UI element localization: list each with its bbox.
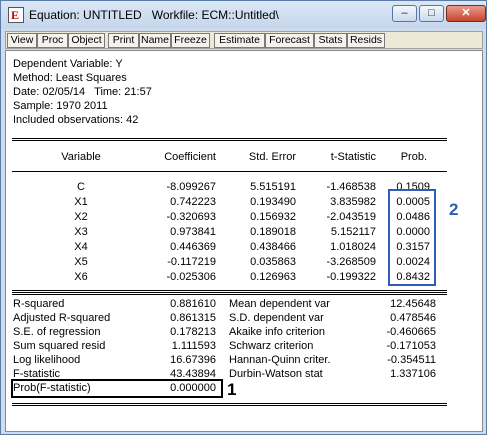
toolbar: View Proc Object Print Name Freeze Estim…: [5, 31, 483, 49]
col-header-prob: Prob.: [400, 151, 427, 163]
maximize-button[interactable]: □: [419, 5, 444, 22]
freeze-button[interactable]: Freeze: [171, 33, 210, 48]
row-t-statistic: 5.152117: [330, 226, 376, 238]
window-title: Equation: UNTITLED Workfile: ECM::Untitl…: [29, 8, 279, 22]
title-bar[interactable]: E Equation: UNTITLED Workfile: ECM::Unti…: [1, 1, 486, 28]
sample-line: Sample: 1970 2011: [13, 100, 108, 112]
method-line: Method: Least Squares: [13, 72, 127, 84]
col-header-coefficient: Coefficient: [164, 151, 216, 163]
row-variable: C: [77, 181, 85, 193]
stat-label-left: Adjusted R-squared: [13, 312, 111, 324]
row-std-error: 0.156932: [250, 211, 296, 223]
annotation-label-1: 1: [227, 380, 237, 399]
stat-label-left: Log likelihood: [13, 354, 81, 366]
row-coefficient: -0.025306: [166, 271, 216, 283]
date-line: Date: 02/05/14 Time: 21:57: [13, 86, 152, 98]
eviews-app-icon: E: [8, 7, 24, 23]
stat-value-right: -0.171053: [386, 340, 436, 352]
close-button[interactable]: ✕: [446, 5, 486, 22]
col-header-variable: Variable: [61, 151, 101, 163]
stat-label-left: Sum squared resid: [13, 340, 106, 352]
stat-value-right: 1.337106: [390, 368, 436, 380]
col-header-t-statistic: t-Statistic: [330, 151, 376, 163]
row-std-error: 0.035863: [250, 256, 296, 268]
row-t-statistic: -2.043519: [326, 211, 376, 223]
stat-value-left: 0.881610: [170, 298, 216, 310]
stat-value-right: -0.354511: [387, 354, 436, 366]
stat-label-right: Hannan-Quinn criter.: [229, 354, 331, 366]
regression-output[interactable]: Dependent Variable: Y Method: Least Squa…: [5, 50, 483, 432]
dependent-variable-line: Dependent Variable: Y: [13, 58, 123, 70]
view-button[interactable]: View: [7, 33, 37, 48]
row-coefficient: 0.742223: [170, 196, 216, 208]
resids-button[interactable]: Resids: [347, 33, 385, 48]
row-t-statistic: 1.018024: [330, 241, 376, 253]
proc-button[interactable]: Proc: [37, 33, 68, 48]
equation-window: E Equation: UNTITLED Workfile: ECM::Unti…: [0, 0, 487, 435]
stat-value-left: 16.67396: [170, 354, 216, 366]
header-rule: [12, 171, 447, 172]
row-t-statistic: -1.468538: [326, 181, 376, 193]
stat-value-right: 12.45648: [390, 298, 436, 310]
stat-label-right: Mean dependent var: [229, 298, 330, 310]
fstat-prob-highlight-box: [11, 379, 223, 398]
stat-label-right: Schwarz criterion: [229, 340, 314, 352]
stat-value-left: 0.178213: [170, 326, 216, 338]
row-variable: X5: [74, 256, 88, 268]
row-variable: X6: [74, 271, 88, 283]
row-coefficient: 0.446369: [170, 241, 216, 253]
forecast-button[interactable]: Forecast: [265, 33, 314, 48]
row-variable: X3: [74, 226, 88, 238]
row-coefficient: -0.320693: [166, 211, 216, 223]
stat-label-right: Durbin-Watson stat: [229, 368, 323, 380]
prob-highlight-box: [388, 189, 436, 286]
name-button[interactable]: Name: [139, 33, 171, 48]
print-button[interactable]: Print: [108, 33, 139, 48]
row-std-error: 0.189018: [250, 226, 296, 238]
stat-label-left: R-squared: [13, 298, 65, 310]
observations-line: Included observations: 42: [13, 114, 139, 126]
stat-value-right: -0.460665: [386, 326, 436, 338]
stat-label-left: S.E. of regression: [13, 326, 101, 338]
row-coefficient: 0.973841: [170, 226, 216, 238]
row-variable: X2: [74, 211, 88, 223]
table-top-rule: [12, 138, 447, 141]
stats-top-rule: [12, 292, 447, 295]
stat-label-right: Akaike info criterion: [229, 326, 325, 338]
row-coefficient: -0.117219: [167, 256, 216, 268]
estimate-button[interactable]: Estimate: [214, 33, 265, 48]
stats-bottom-rule: [12, 403, 447, 406]
row-std-error: 5.515191: [250, 181, 296, 193]
row-coefficient: -8.099267: [166, 181, 216, 193]
minimize-icon: –: [401, 7, 408, 19]
row-variable: X4: [74, 241, 88, 253]
col-header-std-error: Std. Error: [248, 151, 296, 163]
row-t-statistic: 3.835982: [330, 196, 376, 208]
stat-value-right: 0.478546: [390, 312, 436, 324]
row-t-statistic: -3.268509: [326, 256, 376, 268]
stats-button[interactable]: Stats: [314, 33, 347, 48]
row-variable: X1: [74, 196, 88, 208]
row-t-statistic: -0.199322: [326, 271, 376, 283]
stat-label-right: S.D. dependent var: [229, 312, 324, 324]
stat-value-left: 1.111593: [171, 340, 216, 352]
object-button[interactable]: Object: [68, 33, 105, 48]
row-std-error: 0.438466: [250, 241, 296, 253]
row-std-error: 0.126963: [250, 271, 296, 283]
close-icon: ✕: [461, 7, 471, 19]
stat-value-left: 0.861315: [170, 312, 216, 324]
maximize-icon: □: [428, 7, 435, 19]
minimize-button[interactable]: –: [392, 5, 417, 22]
annotation-label-2: 2: [449, 200, 459, 219]
row-std-error: 0.193490: [250, 196, 296, 208]
coef-bottom-rule: [12, 290, 447, 291]
